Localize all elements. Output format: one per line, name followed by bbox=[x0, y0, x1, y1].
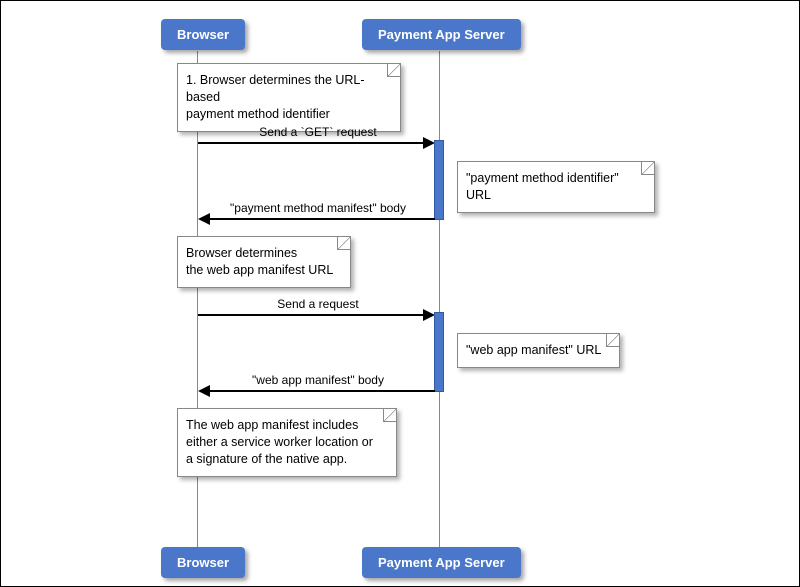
note-text: "web app manifest" URL bbox=[466, 343, 601, 357]
note-text: Browser determines bbox=[186, 246, 297, 260]
participant-browser-bottom: Browser bbox=[161, 547, 245, 578]
message-label: Send a `GET` request bbox=[197, 125, 439, 139]
sequence-diagram: Browser Payment App Server Browser Payme… bbox=[0, 0, 800, 587]
note-text: either a service worker location or bbox=[186, 435, 373, 449]
participant-browser-top: Browser bbox=[161, 19, 245, 50]
note-text: "payment method identifier" URL bbox=[466, 171, 619, 202]
participant-server-top: Payment App Server bbox=[362, 19, 521, 50]
message-label: Send a request bbox=[197, 297, 439, 311]
note-text: 1. Browser determines the URL-based bbox=[186, 73, 365, 104]
note-text: payment method identifier bbox=[186, 107, 330, 121]
note-determine-pmi: 1. Browser determines the URL-based paym… bbox=[177, 63, 401, 132]
note-text: The web app manifest includes bbox=[186, 418, 358, 432]
note-pmi-url: "payment method identifier" URL bbox=[457, 161, 655, 213]
note-text: a signature of the native app. bbox=[186, 452, 347, 466]
note-wam-contents: The web app manifest includes either a s… bbox=[177, 408, 397, 477]
note-wam-url: "web app manifest" URL bbox=[457, 333, 620, 368]
note-text: the web app manifest URL bbox=[186, 263, 333, 277]
note-determine-wam-url: Browser determines the web app manifest … bbox=[177, 236, 351, 288]
participant-server-bottom: Payment App Server bbox=[362, 547, 521, 578]
message-label: "payment method manifest" body bbox=[197, 201, 439, 215]
lifeline-server bbox=[439, 51, 440, 547]
message-label: "web app manifest" body bbox=[197, 373, 439, 387]
